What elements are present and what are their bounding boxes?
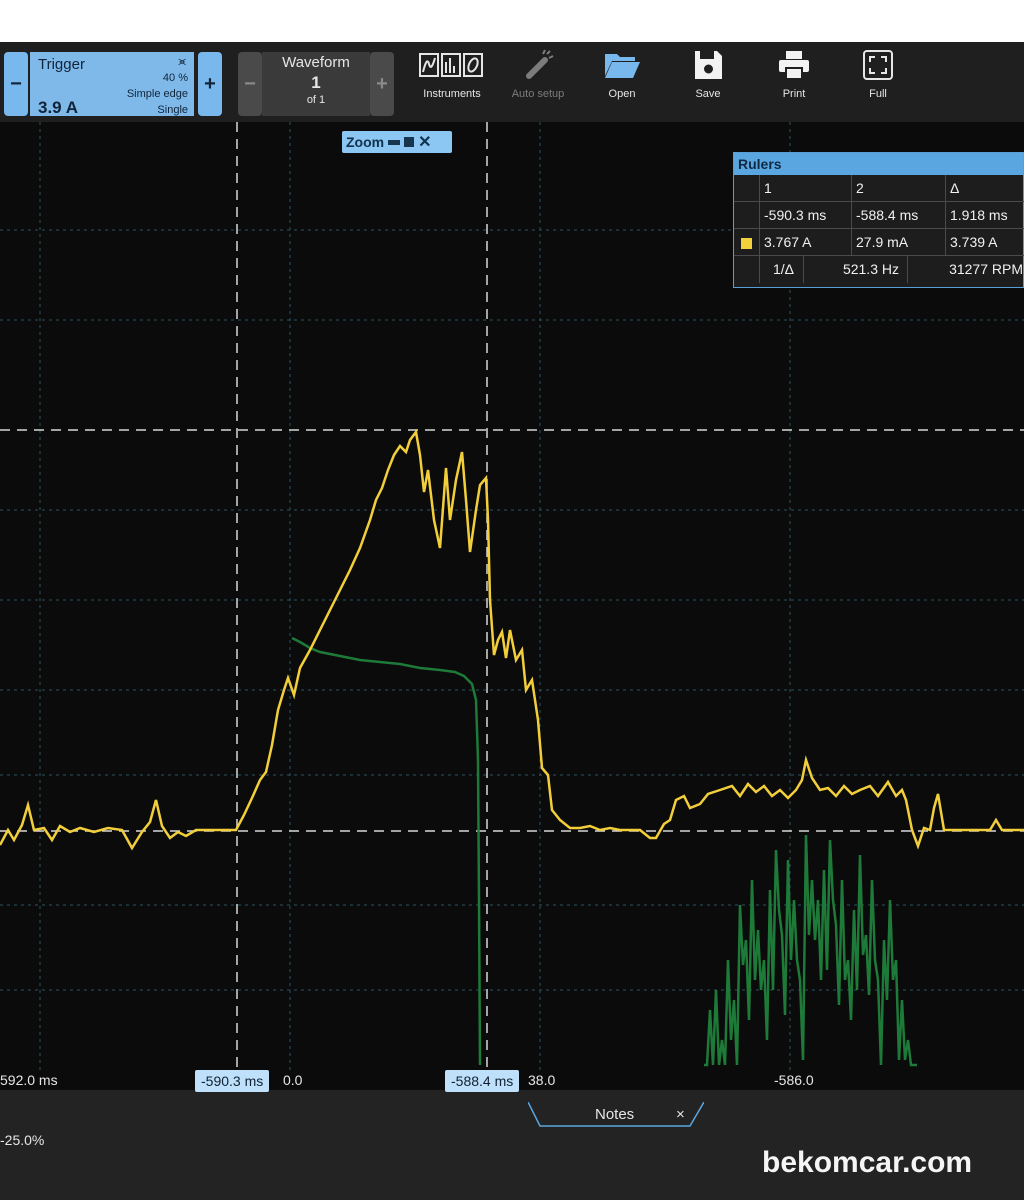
save-button[interactable]: Save	[668, 48, 748, 114]
rulers-freq-label: 1/Δ	[760, 256, 804, 283]
trigger-run: Single	[157, 104, 188, 116]
open-button[interactable]: Open	[582, 48, 662, 114]
full-label: Full	[869, 88, 887, 100]
waveform-box[interactable]: Waveform 1 of 1	[262, 52, 370, 116]
trigger-panel: − Trigger ⪤ 40 % Simple edge Single 3.9 …	[0, 48, 224, 118]
rulers-value-delta: 3.739 A	[946, 229, 1024, 256]
rulers-time-delta: 1.918 ms	[946, 202, 1024, 229]
zoom-close-icon[interactable]: ✕	[418, 132, 431, 152]
full-screen-button[interactable]: Full	[838, 48, 918, 114]
rulers-corner	[734, 175, 760, 202]
yellow-channel-trace	[0, 428, 1024, 851]
rulers-time-row-label	[734, 202, 760, 229]
rulers-header-delta: Δ	[946, 175, 1024, 202]
rulers-value-1: 3.767 A	[760, 229, 852, 256]
trigger-title: Trigger	[38, 56, 85, 73]
print-label: Print	[782, 88, 806, 100]
notes-tab[interactable]: Notes ×	[528, 1102, 704, 1128]
instruments-button[interactable]: Instruments	[412, 48, 492, 114]
auto-setup-button[interactable]: Auto setup	[498, 48, 578, 114]
open-label: Open	[608, 88, 636, 100]
offset-percent: -25.0%	[0, 1132, 45, 1148]
waveform-index: 1	[311, 73, 321, 92]
trigger-mode: Simple edge	[126, 88, 188, 100]
waveform-plus-button[interactable]: +	[370, 52, 394, 116]
yellow-channel-swatch	[741, 237, 752, 249]
zoom-minimize-icon[interactable]	[388, 139, 401, 145]
x-tick-label-3: 38.0	[528, 1072, 556, 1088]
rulers-header-1: 1	[760, 175, 852, 202]
rulers-panel[interactable]: Rulers 1 2 Δ -590.3 ms -588.4 ms 1.918 m…	[733, 152, 1024, 288]
ruler-2-time-tag[interactable]: -588.4 ms	[445, 1070, 520, 1092]
trigger-meta: 40 % Simple edge Single	[127, 70, 188, 118]
x-tick-label-4: -586.0	[774, 1072, 814, 1088]
green-channel-burst	[704, 834, 917, 1067]
save-icon	[695, 51, 722, 79]
magic-wand-icon	[526, 49, 554, 79]
waveform-minus-button[interactable]: −	[238, 52, 262, 116]
auto-setup-label: Auto setup	[511, 88, 565, 100]
rulers-channel-marker	[734, 229, 760, 256]
instruments-label: Instruments	[423, 88, 481, 100]
trigger-plus-button[interactable]: +	[198, 52, 222, 116]
rulers-freq-corner	[734, 256, 760, 283]
rulers-time-1: -590.3 ms	[760, 202, 852, 229]
rulers-time-2: -588.4 ms	[852, 202, 946, 229]
x-tick-label-2: 0.0	[283, 1072, 303, 1088]
notes-label: Notes	[595, 1106, 635, 1123]
rulers-title: Rulers	[734, 153, 1023, 175]
instruments-icon	[419, 53, 483, 77]
rulers-frequency: 521.3 Hz	[804, 256, 908, 283]
trigger-box[interactable]: Trigger ⪤ 40 % Simple edge Single 3.9 A	[30, 52, 194, 118]
watermark-text: bekomcar.com	[762, 1146, 973, 1179]
rulers-header-2: 2	[852, 175, 946, 202]
rulers-rpm: 31277 RPM	[949, 261, 1023, 277]
trigger-value: 3.9 A	[38, 98, 79, 117]
trigger-minus-button[interactable]: −	[4, 52, 28, 116]
waveform-of: of 1	[306, 94, 326, 106]
waveform-title: Waveform	[282, 54, 350, 71]
print-button[interactable]: Print	[754, 48, 834, 114]
rising-edge-icon: ⪤	[178, 54, 186, 68]
x-tick-label-1: 592.0 ms	[0, 1072, 58, 1088]
rulers-value-2: 27.9 mA	[852, 229, 946, 256]
zoom-indicator[interactable]: Zoom ✕	[342, 131, 452, 153]
bottom-bar	[0, 1090, 1024, 1200]
toolbar: − Trigger ⪤ 40 % Simple edge Single 3.9 …	[0, 42, 1024, 122]
ruler-1-time-tag[interactable]: -590.3 ms	[195, 1070, 270, 1092]
zoom-label: Zoom	[346, 134, 385, 150]
trigger-percent: 40 %	[162, 72, 188, 84]
folder-open-icon	[605, 54, 640, 78]
fullscreen-icon	[863, 50, 893, 80]
printer-icon	[779, 51, 809, 80]
green-channel-trace	[291, 636, 482, 1066]
window-top-area	[0, 0, 1024, 43]
zoom-maximize-icon[interactable]	[404, 137, 415, 147]
save-label: Save	[695, 88, 721, 100]
notes-close-icon[interactable]: ×	[676, 1106, 685, 1123]
